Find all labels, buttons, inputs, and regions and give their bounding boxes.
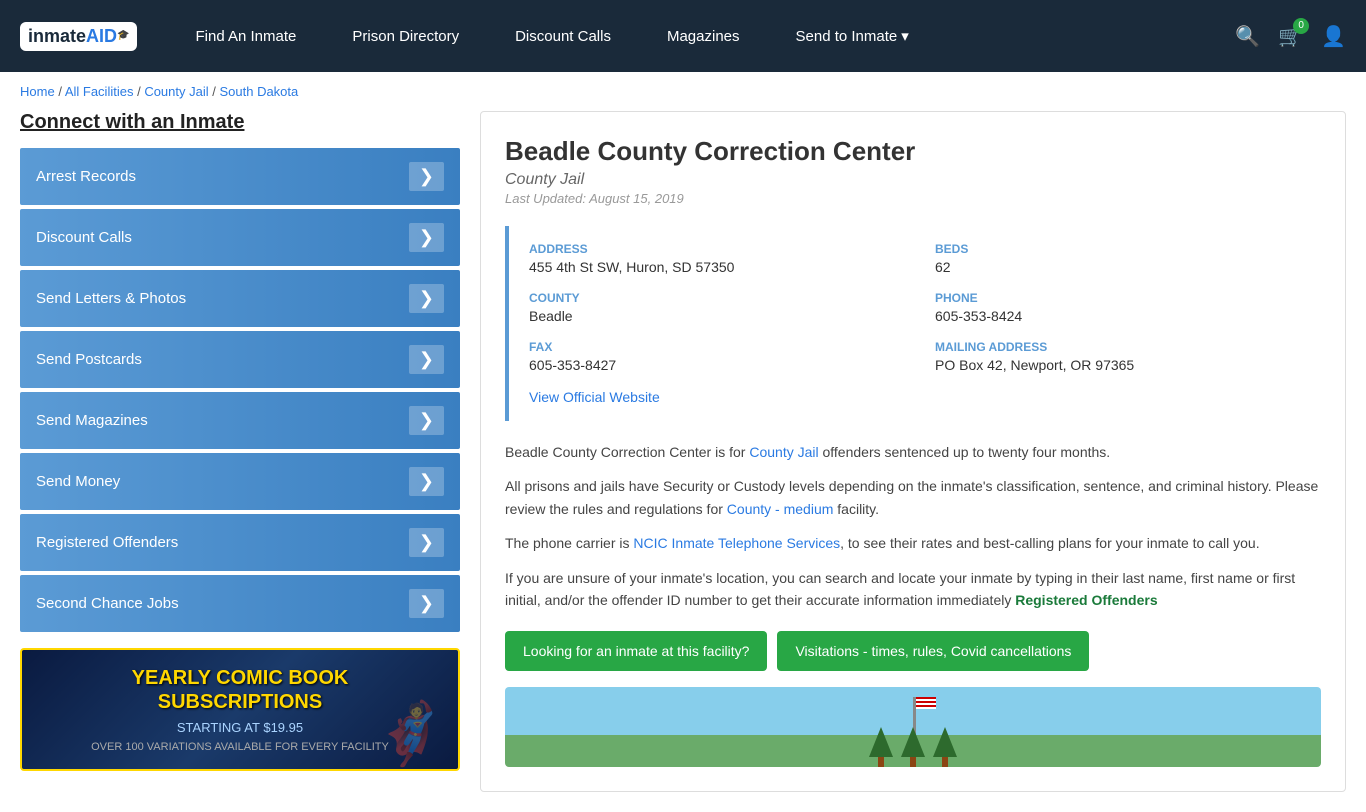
chevron-right-icon: ❯ <box>409 528 444 557</box>
visitations-button[interactable]: Visitations - times, rules, Covid cancel… <box>777 631 1089 671</box>
chevron-right-icon: ❯ <box>409 284 444 313</box>
breadcrumb: Home / All Facilities / County Jail / So… <box>0 72 1366 111</box>
sidebar-menu: Arrest Records ❯ Discount Calls ❯ Send L… <box>20 148 460 632</box>
county-value: Beadle <box>529 308 895 324</box>
facility-name: Beadle County Correction Center <box>505 136 1321 167</box>
facility-type: County Jail <box>505 171 1321 189</box>
main-nav: Find An Inmate Prison Directory Discount… <box>167 0 1235 72</box>
user-icon[interactable]: 👤 <box>1321 24 1346 49</box>
breadcrumb-county-jail[interactable]: County Jail <box>144 84 208 99</box>
county-field: COUNTY Beadle <box>529 291 895 324</box>
breadcrumb-home[interactable]: Home <box>20 84 55 99</box>
dropdown-chevron-icon: ▾ <box>901 27 909 45</box>
tree-3 <box>933 727 957 767</box>
sidebar-ad[interactable]: YEARLY COMIC BOOKSUBSCRIPTIONS STARTING … <box>20 648 460 771</box>
fax-field: FAX 605-353-8427 <box>529 340 895 373</box>
desc-para-3: The phone carrier is NCIC Inmate Telepho… <box>505 532 1321 554</box>
facility-content: Beadle County Correction Center County J… <box>480 111 1346 792</box>
county-label: COUNTY <box>529 291 895 305</box>
phone-label: PHONE <box>935 291 1301 305</box>
cart-badge: 0 <box>1293 18 1309 34</box>
chevron-right-icon: ❯ <box>409 223 444 252</box>
logo-text: inmateAID🎓 <box>28 26 129 47</box>
sidebar-item-arrest-records[interactable]: Arrest Records ❯ <box>20 148 460 205</box>
facility-info-grid: ADDRESS 455 4th St SW, Huron, SD 57350 B… <box>505 226 1321 421</box>
website-field: View Official Website <box>529 389 1301 405</box>
logo-area: inmateAID🎓 <box>20 22 137 51</box>
county-medium-link[interactable]: County - medium <box>727 501 834 517</box>
sidebar-item-send-letters[interactable]: Send Letters & Photos ❯ <box>20 270 460 327</box>
facility-image <box>505 687 1321 767</box>
ad-title: YEARLY COMIC BOOKSUBSCRIPTIONS <box>132 666 349 714</box>
desc-para-1: Beadle County Correction Center is for C… <box>505 441 1321 463</box>
address-value: 455 4th St SW, Huron, SD 57350 <box>529 259 895 275</box>
county-jail-link[interactable]: County Jail <box>749 444 818 460</box>
registered-offenders-link[interactable]: Registered Offenders <box>1015 592 1157 608</box>
sidebar-item-send-magazines[interactable]: Send Magazines ❯ <box>20 392 460 449</box>
logo[interactable]: inmateAID🎓 <box>20 22 137 51</box>
tree-1 <box>869 727 893 767</box>
main-layout: Connect with an Inmate Arrest Records ❯ … <box>0 111 1366 812</box>
nav-magazines[interactable]: Magazines <box>639 0 768 72</box>
sidebar-item-second-chance-jobs[interactable]: Second Chance Jobs ❯ <box>20 575 460 632</box>
ad-note: OVER 100 VARIATIONS AVAILABLE FOR EVERY … <box>91 741 389 753</box>
chevron-right-icon: ❯ <box>409 406 444 435</box>
fax-value: 605-353-8427 <box>529 357 895 373</box>
sidebar-title: Connect with an Inmate <box>20 111 460 134</box>
beds-label: BEDS <box>935 242 1301 256</box>
breadcrumb-all-facilities[interactable]: All Facilities <box>65 84 134 99</box>
sidebar: Connect with an Inmate Arrest Records ❯ … <box>20 111 460 792</box>
sidebar-item-registered-offenders[interactable]: Registered Offenders ❯ <box>20 514 460 571</box>
cart-icon[interactable]: 🛒 0 <box>1278 24 1303 49</box>
address-label: ADDRESS <box>529 242 895 256</box>
nav-prison-directory[interactable]: Prison Directory <box>324 0 487 72</box>
sidebar-item-send-money[interactable]: Send Money ❯ <box>20 453 460 510</box>
address-field: ADDRESS 455 4th St SW, Huron, SD 57350 <box>529 242 895 275</box>
nav-send-to-inmate[interactable]: Send to Inmate ▾ <box>768 0 937 72</box>
nav-discount-calls[interactable]: Discount Calls <box>487 0 639 72</box>
facility-description: Beadle County Correction Center is for C… <box>505 441 1321 611</box>
ad-hero-icon: 🦸 <box>373 698 448 769</box>
header-icons: 🔍 🛒 0 👤 <box>1235 24 1346 49</box>
mailing-label: MAILING ADDRESS <box>935 340 1301 354</box>
sidebar-item-send-postcards[interactable]: Send Postcards ❯ <box>20 331 460 388</box>
ncic-link[interactable]: NCIC Inmate Telephone Services <box>633 535 840 551</box>
beds-field: BEDS 62 <box>935 242 1301 275</box>
send-to-inmate-label: Send to Inmate ▾ <box>796 27 909 45</box>
phone-value: 605-353-8424 <box>935 308 1301 324</box>
facility-trees <box>869 727 957 767</box>
header: inmateAID🎓 Find An Inmate Prison Directo… <box>0 0 1366 72</box>
chevron-right-icon: ❯ <box>409 162 444 191</box>
mailing-field: MAILING ADDRESS PO Box 42, Newport, OR 9… <box>935 340 1301 373</box>
flag-icon <box>916 697 936 709</box>
chevron-right-icon: ❯ <box>409 589 444 618</box>
chevron-right-icon: ❯ <box>409 467 444 496</box>
chevron-right-icon: ❯ <box>409 345 444 374</box>
desc-para-2: All prisons and jails have Security or C… <box>505 475 1321 520</box>
find-inmate-button[interactable]: Looking for an inmate at this facility? <box>505 631 767 671</box>
tree-2 <box>901 727 925 767</box>
beds-value: 62 <box>935 259 1301 275</box>
phone-field: PHONE 605-353-8424 <box>935 291 1301 324</box>
ad-subtitle: STARTING AT $19.95 <box>177 720 303 735</box>
sidebar-item-discount-calls[interactable]: Discount Calls ❯ <box>20 209 460 266</box>
desc-para-4: If you are unsure of your inmate's locat… <box>505 567 1321 612</box>
mailing-value: PO Box 42, Newport, OR 97365 <box>935 357 1301 373</box>
fax-label: FAX <box>529 340 895 354</box>
search-icon[interactable]: 🔍 <box>1235 24 1260 49</box>
nav-find-inmate[interactable]: Find An Inmate <box>167 0 324 72</box>
facility-updated: Last Updated: August 15, 2019 <box>505 191 1321 206</box>
website-link[interactable]: View Official Website <box>529 389 660 405</box>
breadcrumb-state[interactable]: South Dakota <box>219 84 298 99</box>
action-buttons: Looking for an inmate at this facility? … <box>505 631 1321 671</box>
